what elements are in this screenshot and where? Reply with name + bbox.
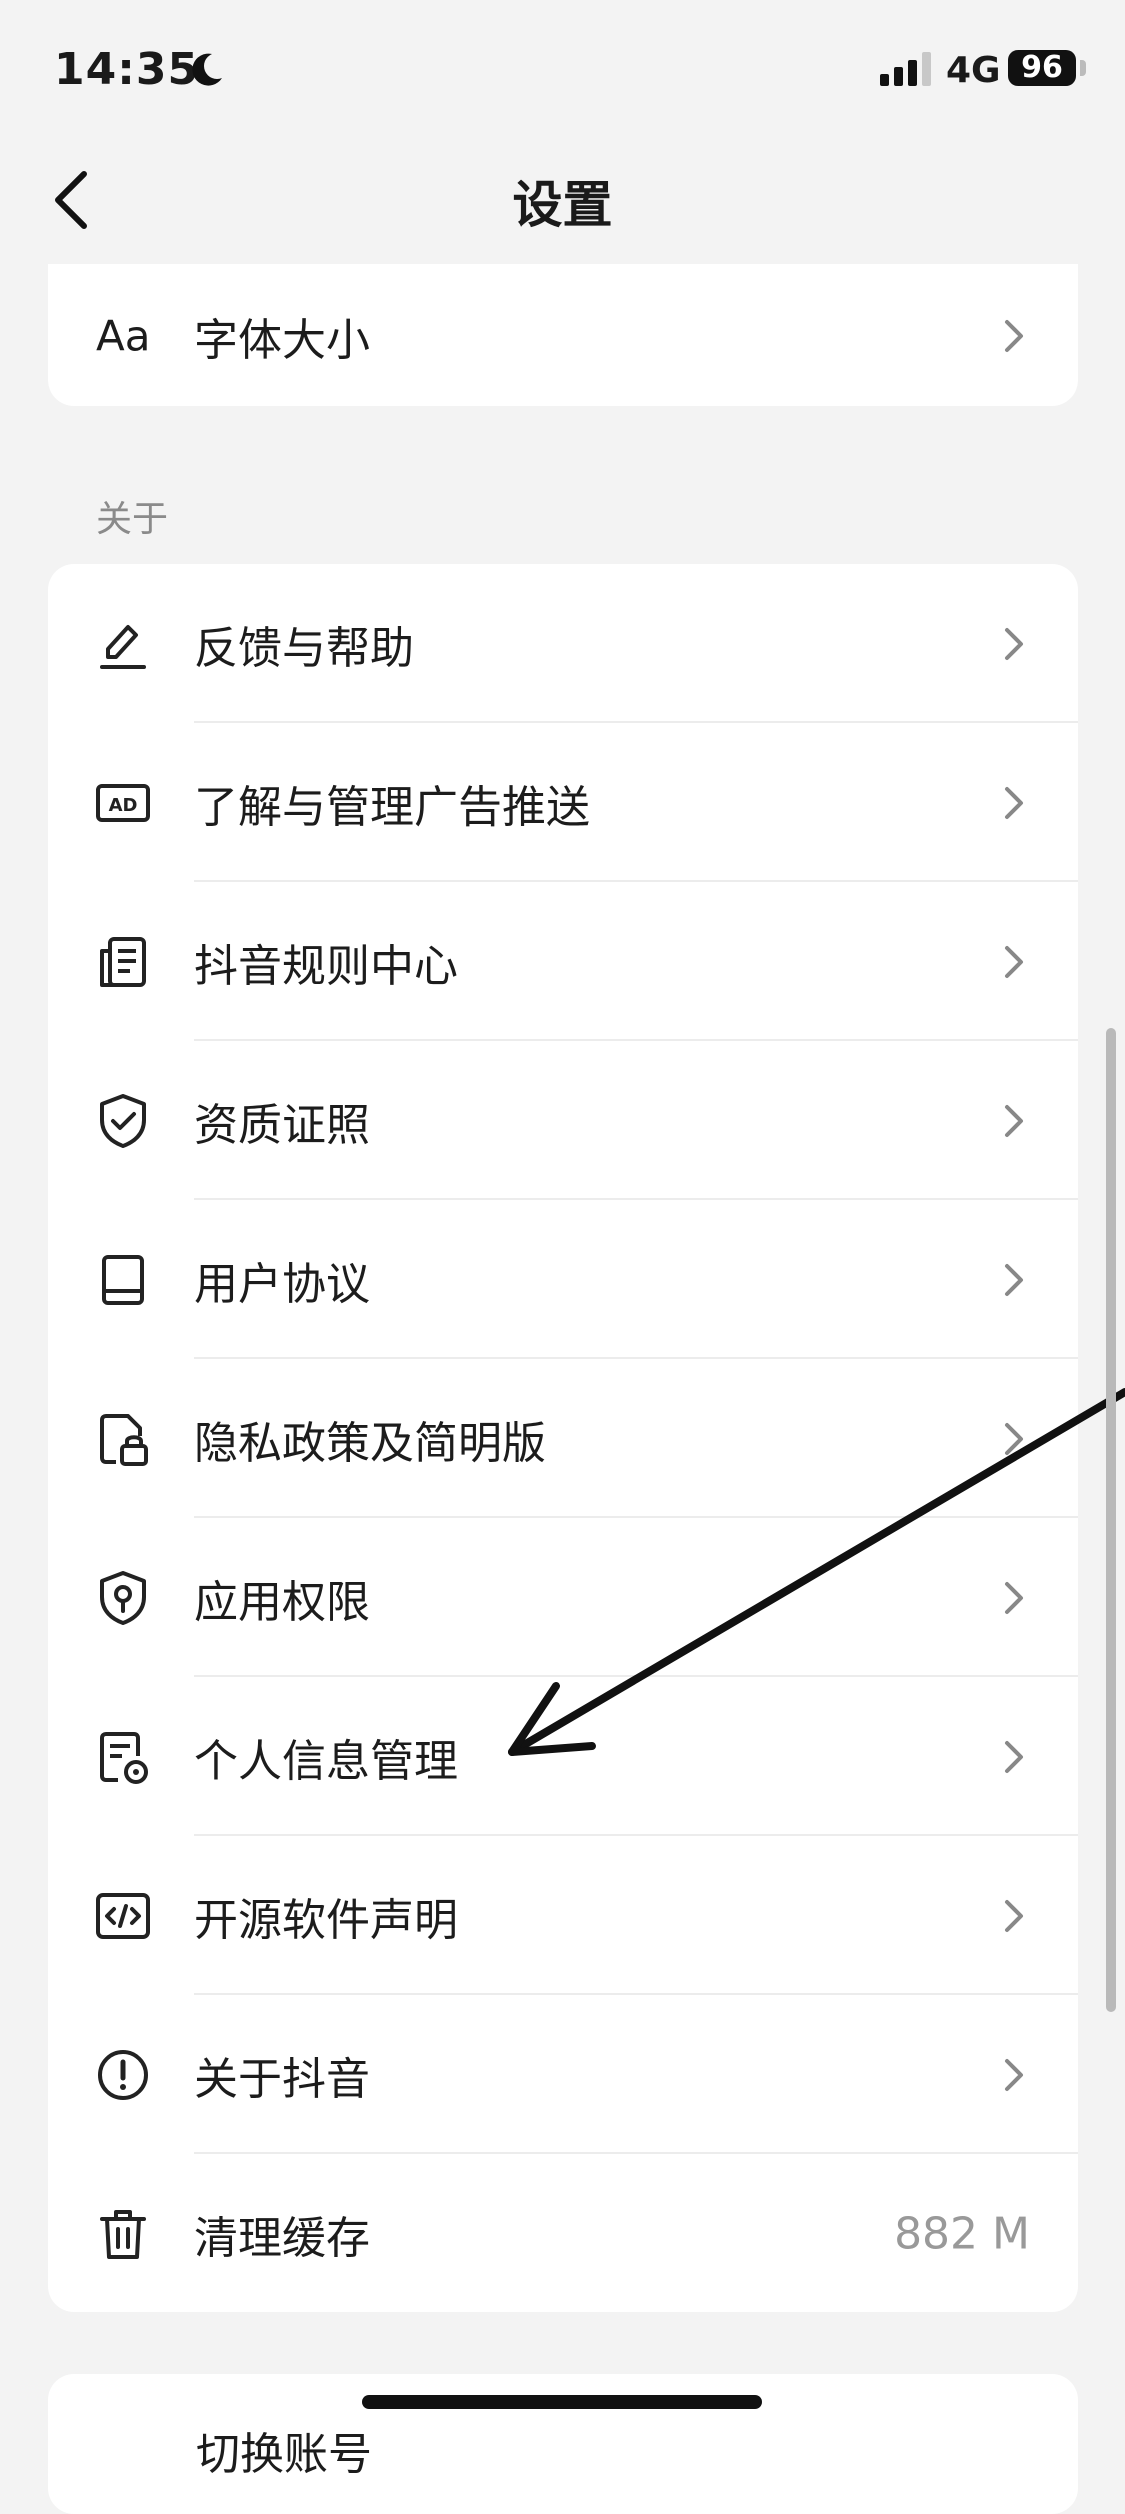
row-label: 清理缓存: [194, 2212, 370, 2264]
trash-icon: [100, 2209, 146, 2259]
settings-row-clear-cache[interactable]: 清理缓存 882 M: [48, 2154, 1078, 2312]
settings-row-privacy-policy[interactable]: 隐私政策及简明版: [48, 1359, 1078, 1518]
switch-account-label[interactable]: 切换账号: [196, 2418, 372, 2482]
chevron-right-icon: [1005, 945, 1023, 978]
chevron-right-icon: [1005, 1104, 1023, 1137]
file-settings-icon: [100, 1731, 148, 1784]
row-label: 隐私政策及简明版: [194, 1417, 546, 1469]
book-icon: [102, 1254, 144, 1305]
settings-row-user-agreement[interactable]: 用户协议: [48, 1200, 1078, 1359]
row-label: 开源软件声明: [194, 1894, 458, 1946]
settings-row-rules-center[interactable]: 抖音规则中心: [48, 882, 1078, 1041]
settings-row-font-size[interactable]: Aa 字体大小: [48, 264, 1078, 406]
document-list-icon: [100, 936, 146, 987]
row-label: 用户协议: [194, 1258, 370, 1310]
settings-row-feedback[interactable]: 反馈与帮助: [48, 564, 1078, 723]
info-icon: [98, 2049, 148, 2100]
chevron-right-icon: [1005, 1263, 1023, 1296]
settings-row-about-douyin[interactable]: 关于抖音: [48, 1995, 1078, 2154]
network-type: 4G: [946, 50, 1001, 91]
settings-row-personal-info[interactable]: 个人信息管理: [48, 1677, 1078, 1836]
shield-key-icon: [100, 1570, 146, 1625]
row-label: 了解与管理广告推送: [194, 781, 590, 833]
pencil-icon: [100, 624, 146, 669]
signal-icon: [880, 52, 931, 86]
chevron-right-icon: [1005, 627, 1023, 660]
battery-nub: [1080, 60, 1086, 76]
chevron-right-icon: [1005, 1740, 1023, 1773]
row-label: 关于抖音: [194, 2053, 370, 2105]
font-size-icon: Aa: [96, 311, 151, 360]
ad-icon: AD: [96, 783, 150, 822]
page-title: 设置: [512, 176, 613, 234]
row-label: 个人信息管理: [194, 1735, 458, 1787]
row-label: 字体大小: [194, 314, 370, 366]
settings-row-ad-management[interactable]: AD 了解与管理广告推送: [48, 723, 1078, 882]
file-lock-icon: [100, 1413, 148, 1466]
display-settings-card: Aa 字体大小: [48, 264, 1078, 406]
battery-level: 96: [1008, 50, 1076, 86]
settings-row-qualifications[interactable]: 资质证照: [48, 1041, 1078, 1200]
code-icon: [96, 1892, 150, 1939]
moon-icon: [192, 53, 222, 86]
about-card: 反馈与帮助 AD 了解与管理广告推送 抖音规则中心 资质证照 用户协议 隐私政策…: [48, 564, 1078, 2312]
row-label: 应用权限: [194, 1576, 370, 1628]
row-label: 反馈与帮助: [194, 622, 414, 674]
home-indicator[interactable]: [362, 2395, 762, 2409]
settings-row-app-permissions[interactable]: 应用权限: [48, 1518, 1078, 1677]
chevron-right-icon: [1005, 319, 1023, 352]
row-label: 抖音规则中心: [194, 940, 458, 992]
row-label: 资质证照: [194, 1099, 370, 1151]
cache-size: 882 M: [894, 2208, 1030, 2259]
chevron-right-icon: [1005, 1899, 1023, 1932]
settings-row-open-source[interactable]: 开源软件声明: [48, 1836, 1078, 1995]
section-label-about: 关于: [96, 499, 169, 540]
chevron-right-icon: [1005, 786, 1023, 819]
status-time: 14:35: [54, 44, 200, 95]
svg-text:AD: AD: [109, 795, 138, 816]
scrollbar[interactable]: [1106, 1028, 1116, 2012]
chevron-right-icon: [1005, 1581, 1023, 1614]
chevron-right-icon: [1005, 2058, 1023, 2091]
shield-check-icon: [100, 1093, 146, 1148]
chevron-right-icon: [1005, 1422, 1023, 1455]
